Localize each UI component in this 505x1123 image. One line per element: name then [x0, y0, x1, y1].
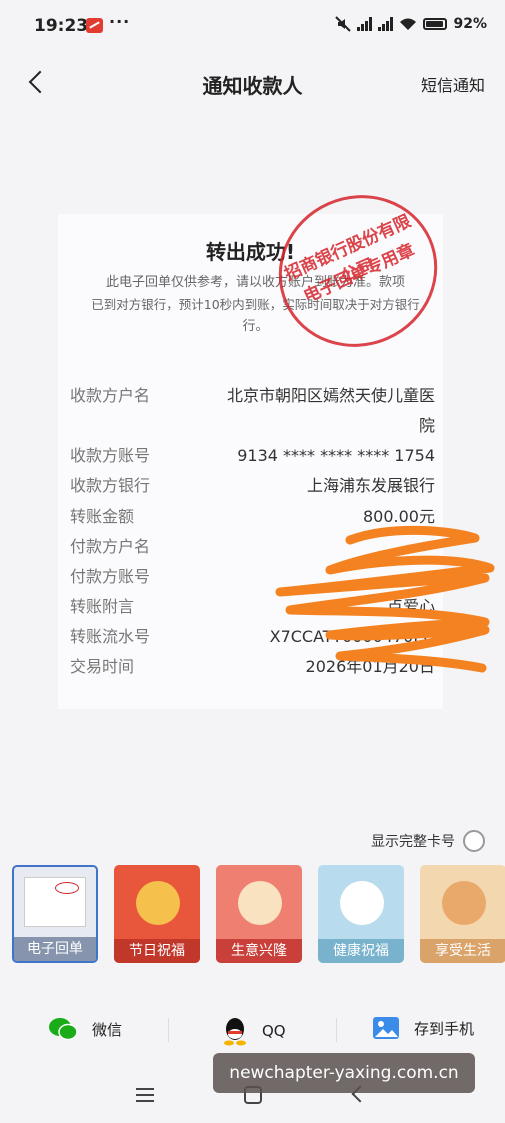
- detail-value: 上海浦东发展银行: [306, 476, 435, 495]
- show-full-card-label: 显示完整卡号: [371, 834, 455, 850]
- share-bar: 微信 QQ 存到手机: [0, 1008, 505, 1052]
- save-to-phone-button[interactable]: 存到手机: [372, 1016, 474, 1040]
- detail-label: 收款方银行: [70, 476, 151, 495]
- detail-label: 交易时间: [70, 657, 135, 676]
- payee-name-line: 院: [418, 416, 435, 435]
- share-wechat-button[interactable]: 微信: [48, 1016, 122, 1042]
- watermark-url: newchapter-yaxing.com.cn: [213, 1053, 475, 1093]
- theme-label: 享受生活: [420, 939, 505, 963]
- detail-label: 转账金额: [70, 507, 135, 526]
- detail-value: [190, 532, 435, 562]
- detail-row-amount: 转账金额 800.00元: [70, 502, 435, 532]
- receipt-note-line: 已到对方银行，预计10秒内到账，实际时间取决于对方银行: [91, 297, 420, 312]
- festival-art-icon: [136, 881, 180, 925]
- status-time: 19:23: [34, 16, 89, 36]
- detail-row-time: 交易时间 2026年01月20日: [70, 652, 435, 682]
- theme-card-health[interactable]: 健康祝福: [318, 865, 404, 963]
- theme-card-receipt[interactable]: 电子回单: [12, 865, 98, 963]
- detail-value: [190, 562, 435, 592]
- detail-row-serial: 转账流水号 X7CCATT0000470PH: [70, 622, 435, 652]
- detail-row-payee-account: 收款方账号 9134 **** **** **** 1754: [70, 441, 435, 471]
- mute-icon: [335, 16, 352, 32]
- thumbnail-stamp-icon: [55, 882, 79, 894]
- detail-label: 转账流水号: [70, 627, 151, 646]
- theme-label: 节日祝福: [114, 939, 200, 963]
- status-right-group: 92%: [335, 16, 487, 32]
- theme-selector: 电子回单 节日祝福 生意兴隆 健康祝福 享受生活: [12, 865, 505, 965]
- detail-row-payee-name: 收款方户名 北京市朝阳区嫣然天使儿童医 院: [70, 381, 435, 441]
- more-notifications-icon: ···: [109, 12, 131, 31]
- menu-icon[interactable]: [136, 1088, 154, 1102]
- health-art-icon: [340, 881, 384, 925]
- qq-icon: [224, 1018, 246, 1046]
- detail-label: 收款方账号: [70, 446, 151, 465]
- share-label: 微信: [92, 1020, 123, 1039]
- detail-label: 转账附言: [70, 597, 135, 616]
- theme-card-festival[interactable]: 节日祝福: [114, 865, 200, 963]
- divider: [168, 1018, 169, 1042]
- detail-value: 北京市朝阳区嫣然天使儿童医 院: [190, 381, 435, 441]
- show-full-card-radio[interactable]: [463, 830, 485, 852]
- signal-icon-2: [378, 17, 394, 31]
- battery-icon: [423, 18, 448, 30]
- signal-icon: [357, 17, 373, 31]
- image-save-icon: [373, 1017, 399, 1039]
- detail-value: 800.00元: [363, 507, 435, 526]
- show-full-card-toggle[interactable]: 显示完整卡号: [371, 830, 485, 852]
- detail-value: 点爱心: [386, 597, 435, 616]
- receipt-thumbnail: [24, 877, 86, 927]
- detail-row-remark: 转账附言 点爱心: [70, 592, 435, 622]
- receipt-note-line: 此电子回单仅供参考，请以收方账户到账为准。款项: [105, 275, 405, 290]
- theme-card-business[interactable]: 生意兴隆: [216, 865, 302, 963]
- detail-label: 付款方账号: [70, 567, 151, 586]
- receipt-note-line: 行。: [242, 319, 269, 334]
- status-bar: 19:23 ··· 92%: [0, 0, 505, 52]
- detail-value: 2026年01月20日: [305, 657, 435, 676]
- receipt-note: 此电子回单仅供参考，请以收方账户到账为准。款项 已到对方银行，预计10秒内到账，…: [68, 272, 443, 338]
- detail-row-payee-bank: 收款方银行 上海浦东发展银行: [70, 471, 435, 501]
- life-art-icon: [442, 881, 486, 925]
- nav-bar: 通知收款人 短信通知: [0, 60, 505, 104]
- receipt-title: 转出成功!: [205, 240, 296, 264]
- detail-row-payer-name: 付款方户名: [70, 532, 435, 562]
- share-label: QQ: [262, 1022, 286, 1040]
- stock-app-notification-icon: [86, 18, 103, 33]
- theme-label: 生意兴隆: [216, 939, 302, 963]
- wifi-icon: [400, 18, 417, 30]
- share-label: 存到手机: [414, 1019, 475, 1038]
- business-art-icon: [238, 881, 282, 925]
- battery-percent: 92%: [453, 16, 487, 32]
- detail-value: 9134 **** **** **** 1754: [237, 446, 435, 465]
- theme-card-life[interactable]: 享受生活: [420, 865, 505, 963]
- detail-row-payer-account: 付款方账号: [70, 562, 435, 592]
- sms-notify-button[interactable]: 短信通知: [421, 72, 485, 96]
- detail-label: 付款方户名: [70, 537, 151, 556]
- share-qq-button[interactable]: QQ: [222, 1016, 286, 1046]
- divider: [336, 1018, 337, 1042]
- detail-label: 收款方户名: [70, 386, 151, 405]
- payee-name-line: 北京市朝阳区嫣然天使儿童医: [226, 386, 435, 405]
- theme-label: 电子回单: [14, 937, 96, 961]
- wechat-icon: [49, 1018, 78, 1041]
- detail-value: X7CCATT0000470PH: [269, 627, 435, 646]
- theme-label: 健康祝福: [318, 939, 404, 963]
